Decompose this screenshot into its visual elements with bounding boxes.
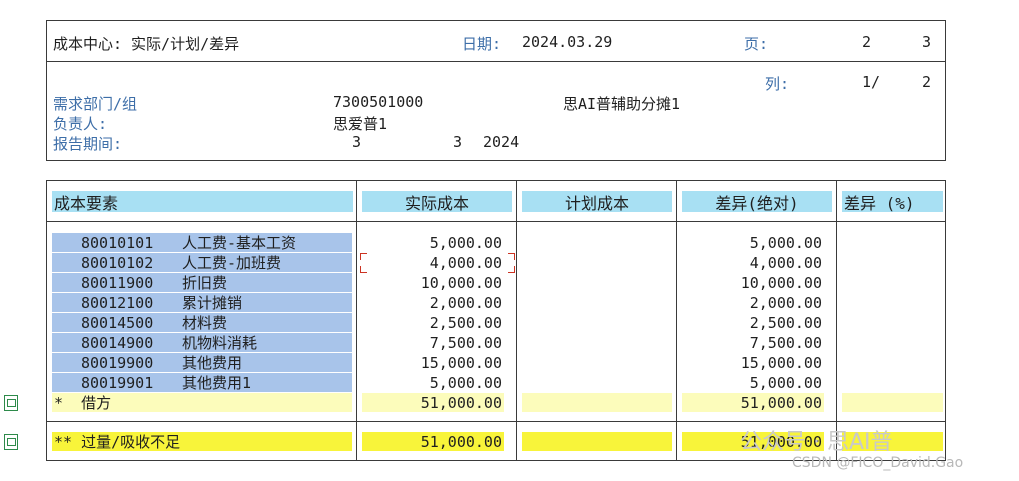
owner-value: 思爱普1 xyxy=(333,115,388,133)
selection-corner xyxy=(508,253,515,260)
table-row-cost-element[interactable]: 80010101 人工费-基本工资 xyxy=(52,233,352,252)
cost-element-code: 80011900 xyxy=(81,273,154,292)
table-row-actual[interactable]: 5,000.00 xyxy=(362,373,504,392)
total-label[interactable]: ** 过量/吸收不足 xyxy=(52,432,352,451)
table-row-actual[interactable]: 2,000.00 xyxy=(362,293,504,312)
table-row-pct[interactable] xyxy=(842,313,943,332)
column-header-diff-abs[interactable]: 差异(绝对) xyxy=(682,191,832,213)
subtotal-actual[interactable]: 51,000.00 xyxy=(362,393,504,412)
column-label: 列: xyxy=(765,75,790,93)
cost-element-code: 80012100 xyxy=(81,293,154,312)
table-row-diff[interactable]: 7,500.00 xyxy=(682,333,824,352)
table-row-plan[interactable] xyxy=(522,253,672,272)
table-row-plan[interactable] xyxy=(522,333,672,352)
table-row-diff[interactable]: 2,000.00 xyxy=(682,293,824,312)
document-icon[interactable] xyxy=(4,434,18,450)
cost-element-code: 80010101 xyxy=(81,233,154,252)
table-row-cost-element[interactable]: 80010102 人工费-加班费 xyxy=(52,253,352,272)
watermark-line1: 公众号 · 思AI普 xyxy=(740,430,893,455)
table-row-actual[interactable]: 2,500.00 xyxy=(362,313,504,332)
cost-element-code: 80019901 xyxy=(81,373,154,392)
table-row-cost-element[interactable]: 80011900 折旧费 xyxy=(52,273,352,292)
table-row-diff[interactable]: 5,000.00 xyxy=(682,233,824,252)
cost-element-name: 材料费 xyxy=(182,314,228,332)
document-icon[interactable] xyxy=(4,395,18,411)
watermark-line2: CSDN @FICO_David.Gao xyxy=(792,455,964,471)
table-row-actual[interactable]: 4,000.00 xyxy=(362,253,504,272)
dept-code: 7300501000 xyxy=(333,93,424,111)
table-row-pct[interactable] xyxy=(842,233,943,252)
table-row-pct[interactable] xyxy=(842,293,943,312)
cost-center-label: 成本中心: 实际/计划/差异 xyxy=(53,35,240,53)
table-row-pct[interactable] xyxy=(842,333,943,352)
page-label: 页: xyxy=(744,35,769,53)
cost-element-name: 其他费用1 xyxy=(182,374,252,392)
total-actual[interactable]: 51,000.00 xyxy=(362,432,504,451)
dept-name: 思AI普辅助分摊1 xyxy=(563,95,681,113)
table-row-actual[interactable]: 5,000.00 xyxy=(362,233,504,252)
column-header-diff-pct[interactable]: 差异 (%) xyxy=(842,191,943,213)
table-row-plan[interactable] xyxy=(522,233,672,252)
cost-element-name: 其他费用 xyxy=(182,354,243,372)
table-row-plan[interactable] xyxy=(522,373,672,392)
table-row-cost-element[interactable]: 80012100 累计摊销 xyxy=(52,293,352,312)
page-total: 3 xyxy=(922,33,932,51)
cost-element-name: 机物料消耗 xyxy=(182,334,258,352)
table-row-actual[interactable]: 7,500.00 xyxy=(362,333,504,352)
column-value: 1/ xyxy=(862,73,881,91)
cost-element-code: 80014900 xyxy=(81,333,154,352)
table-row-pct[interactable] xyxy=(842,253,943,272)
column-header-actual-cost[interactable]: 实际成本 xyxy=(362,191,512,213)
table-row-actual[interactable]: 15,000.00 xyxy=(362,353,504,372)
subtotal-plan[interactable] xyxy=(522,393,672,412)
period-from: 3 xyxy=(352,133,362,151)
table-row-cost-element[interactable]: 80014900 机物料消耗 xyxy=(52,333,352,352)
owner-label: 负责人: xyxy=(53,115,108,133)
cost-element-name: 累计摊销 xyxy=(182,294,243,312)
cost-element-code: 80010102 xyxy=(81,253,154,272)
table-row-diff[interactable]: 4,000.00 xyxy=(682,253,824,272)
cost-element-name: 人工费-基本工资 xyxy=(182,234,297,252)
column-header-cost-element[interactable]: 成本要素 xyxy=(52,191,353,213)
table-row-actual[interactable]: 10,000.00 xyxy=(362,273,504,292)
table-row-plan[interactable] xyxy=(522,313,672,332)
table-row-cost-element[interactable]: 80014500 材料费 xyxy=(52,313,352,332)
selection-corner xyxy=(360,253,367,260)
subtotal-pct[interactable] xyxy=(842,393,943,412)
table-row-plan[interactable] xyxy=(522,273,672,292)
table-row-diff[interactable]: 5,000.00 xyxy=(682,373,824,392)
selection-corner xyxy=(508,266,515,273)
subtotal-diff[interactable]: 51,000.00 xyxy=(682,393,824,412)
table-row-pct[interactable] xyxy=(842,353,943,372)
date-value: 2024.03.29 xyxy=(522,33,613,51)
period-label: 报告期间: xyxy=(53,135,123,153)
table-row-plan[interactable] xyxy=(522,353,672,372)
column-header-plan-cost[interactable]: 计划成本 xyxy=(522,191,672,213)
page-current: 2 xyxy=(862,33,872,51)
table-row-pct[interactable] xyxy=(842,373,943,392)
table-row-diff[interactable]: 2,500.00 xyxy=(682,313,824,332)
table-row-diff[interactable]: 15,000.00 xyxy=(682,353,824,372)
column-total: 2 xyxy=(922,73,932,91)
table-row-cost-element[interactable]: 80019901 其他费用1 xyxy=(52,373,352,392)
selection-corner xyxy=(360,266,367,273)
total-plan[interactable] xyxy=(522,432,672,451)
table-row-diff[interactable]: 10,000.00 xyxy=(682,273,824,292)
table-row-plan[interactable] xyxy=(522,293,672,312)
cost-element-code: 80014500 xyxy=(81,313,154,332)
period-year: 2024 xyxy=(483,133,520,151)
date-label: 日期: xyxy=(462,35,502,53)
table-row-pct[interactable] xyxy=(842,273,943,292)
cost-element-code: 80019900 xyxy=(81,353,154,372)
period-to: 3 xyxy=(453,133,463,151)
dept-label: 需求部门/组 xyxy=(53,95,138,113)
cost-element-name: 折旧费 xyxy=(182,274,228,292)
table-row-cost-element[interactable]: 80019900 其他费用 xyxy=(52,353,352,372)
cost-element-name: 人工费-加班费 xyxy=(182,254,282,272)
subtotal-label[interactable]: * 借方 xyxy=(52,393,352,412)
